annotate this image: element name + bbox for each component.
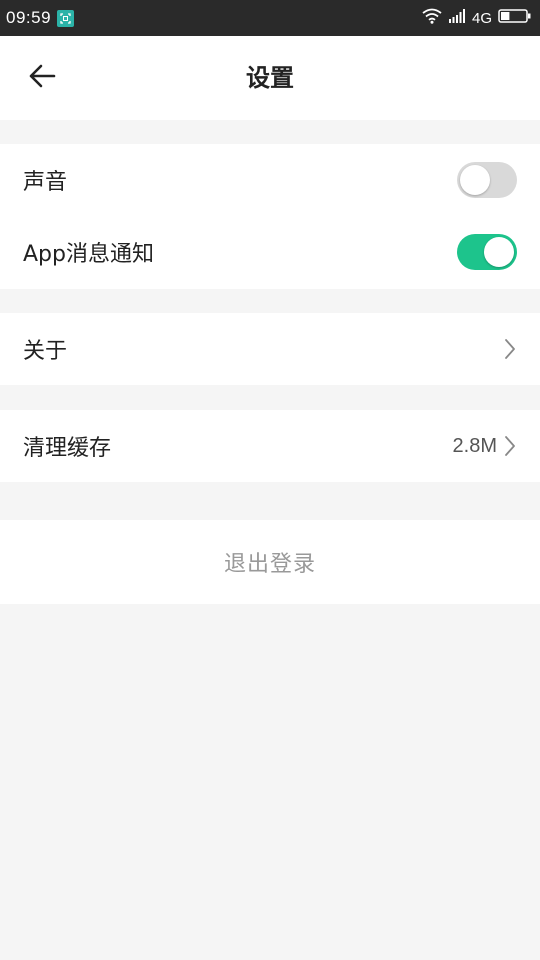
- app-notify-row: App消息通知: [0, 216, 540, 288]
- logout-button[interactable]: 退出登录: [0, 520, 540, 604]
- back-button[interactable]: [22, 58, 62, 98]
- sound-toggle[interactable]: [457, 162, 517, 198]
- status-bar: 09:59 4G: [0, 0, 540, 36]
- status-indicators: 4G: [422, 8, 532, 28]
- page-title: 设置: [246, 64, 294, 92]
- toggle-knob: [484, 237, 514, 267]
- about-section: 关于: [0, 313, 540, 385]
- sound-row: 声音: [0, 144, 540, 216]
- cache-section: 清理缓存 2.8M: [0, 410, 540, 482]
- chevron-right-icon: [503, 338, 517, 360]
- app-notify-label: App消息通知: [23, 242, 154, 267]
- screenshot-icon: [57, 9, 75, 27]
- battery-icon: [498, 8, 532, 28]
- clear-cache-row[interactable]: 清理缓存 2.8M: [0, 410, 540, 482]
- status-time: 09:59: [6, 8, 52, 27]
- network-type: 4G: [471, 9, 492, 27]
- app-notify-toggle[interactable]: [457, 234, 517, 270]
- about-label: 关于: [23, 339, 68, 364]
- signal-icon: [448, 8, 466, 28]
- sound-label: 声音: [23, 170, 68, 195]
- clear-cache-label: 清理缓存: [23, 436, 112, 461]
- back-arrow-icon: [28, 64, 56, 92]
- chevron-right-icon: [503, 435, 517, 457]
- toggle-knob: [460, 165, 490, 195]
- about-row[interactable]: 关于: [0, 313, 540, 385]
- notification-settings-section: 声音 App消息通知: [0, 144, 540, 289]
- wifi-icon: [422, 8, 442, 28]
- logout-label: 退出登录: [223, 552, 316, 577]
- cache-size-value: 2.8M: [452, 434, 497, 457]
- header: 设置: [0, 36, 540, 120]
